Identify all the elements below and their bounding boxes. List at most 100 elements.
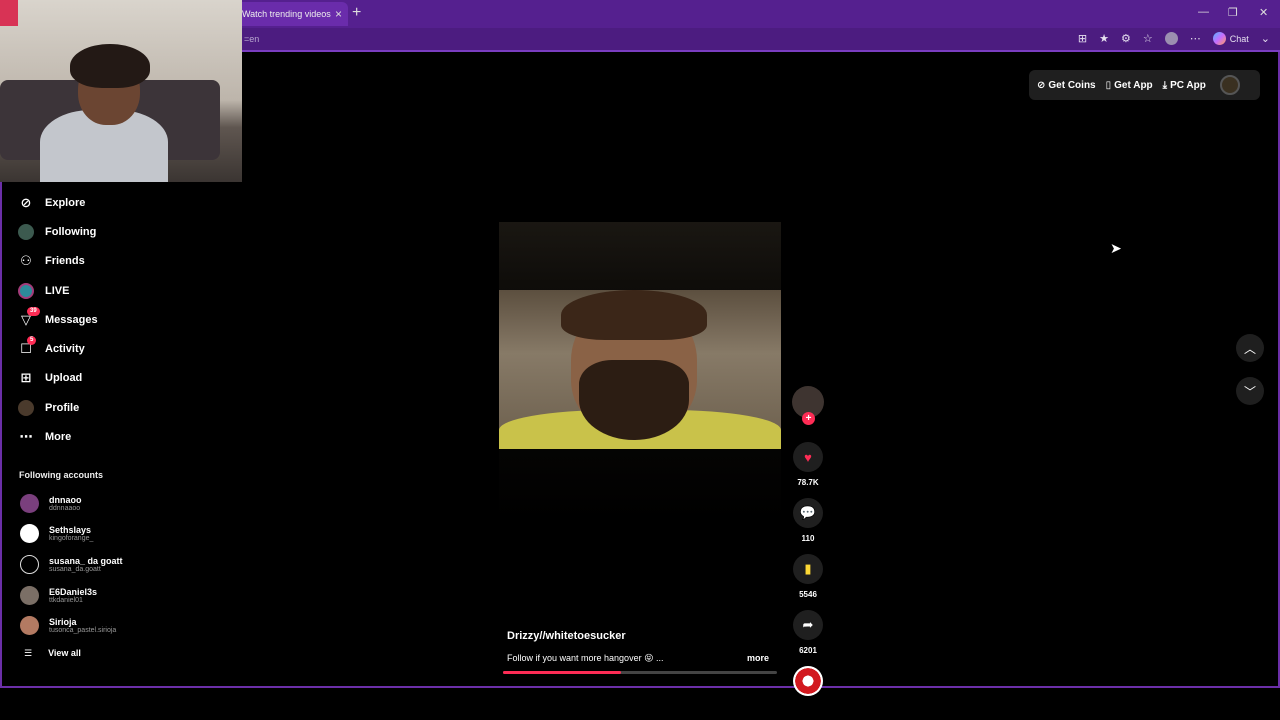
account-handle: ddnnaaoo [49, 504, 81, 512]
following-account[interactable]: Sethslays kingoforange_ [0, 518, 160, 549]
account-avatar [20, 554, 39, 574]
video-caption: Follow if you want more hangover 😝 ... [507, 653, 664, 663]
minimize-button[interactable]: — [1198, 6, 1209, 18]
sidebar-item-profile[interactable]: Profile [0, 393, 160, 422]
chevron-up-icon: ︿ [1243, 341, 1256, 356]
activity-badge: 5 [27, 336, 37, 346]
toolbar-icons: ⊞ ★ ⚙ ☆ ⋯ Chat ⌄ [1078, 32, 1270, 45]
save-button[interactable]: ▮ [793, 554, 823, 584]
account-handle: kingoforange_ [49, 535, 94, 543]
caption-more-button[interactable]: more [747, 653, 769, 663]
sidebar-item-label: Explore [45, 196, 86, 209]
video-author[interactable]: Drizzy//whitetoesucker [507, 630, 626, 642]
profile-avatar[interactable] [1164, 32, 1178, 45]
creator-avatar[interactable]: + [792, 386, 824, 425]
download-icon: ⤓ [1162, 79, 1168, 91]
header-actions: ⊘ Get Coins ▯ Get App ⤓ PC App [1029, 70, 1260, 100]
sidebar-item-live[interactable]: LIVE [0, 276, 160, 305]
following-account[interactable]: susana_ da goatt susana_da.goatt [0, 549, 160, 580]
sidebar-item-more[interactable]: ⋯ More [0, 422, 160, 451]
copilot-icon [1212, 32, 1226, 45]
account-name: Sethslays [49, 525, 92, 536]
bookmark-icon: ▮ [804, 561, 812, 576]
sidebar-item-label: Activity [45, 343, 85, 356]
browser-tab[interactable]: Watch trending videos for × [236, 2, 348, 26]
music-disc-icon[interactable] [793, 666, 823, 696]
video-hair [561, 290, 707, 340]
get-app-button[interactable]: ▯ Get App [1106, 80, 1153, 91]
favorites-icon[interactable]: ☆ [1143, 32, 1153, 45]
copilot-chat-button[interactable]: Chat [1212, 32, 1249, 45]
wall-poster [0, 0, 18, 26]
people-icon: ⚇ [20, 253, 32, 269]
video-progress-fill [503, 671, 621, 674]
user-avatar[interactable] [1219, 75, 1240, 95]
maximize-button[interactable]: ❐ [1228, 6, 1238, 19]
view-all-button[interactable]: ☰ View all [0, 641, 160, 665]
sidebar-item-label: Profile [45, 401, 80, 414]
sidebar-item-label: Friends [45, 255, 85, 268]
webcam-overlay [0, 0, 242, 182]
profile-avatar-icon [18, 399, 34, 416]
video-progress-bar[interactable] [503, 671, 777, 674]
video-frame[interactable] [499, 290, 781, 449]
sidebar-item-following[interactable]: Following [0, 217, 160, 246]
tab-title: Watch trending videos for [242, 9, 331, 19]
following-account[interactable]: Sirioja tusonca_pastel.sirioja [0, 610, 160, 641]
sidebar-item-explore[interactable]: ⊘ Explore [0, 188, 160, 217]
like-count: 78.7K [797, 478, 819, 487]
split-screen-icon[interactable]: ⊞ [1078, 32, 1087, 45]
follow-plus-icon[interactable]: + [802, 412, 815, 425]
account-avatar [20, 616, 39, 636]
extensions-icon[interactable]: ⚙ [1121, 32, 1131, 45]
phone-icon: ▯ [1105, 79, 1112, 91]
share-button[interactable]: ➦ [793, 610, 823, 640]
coin-icon: ⊘ [1037, 79, 1046, 91]
send-icon: ▽ 39 [18, 306, 40, 328]
previous-video-button[interactable]: ︿ [1236, 334, 1264, 362]
messages-badge: 39 [27, 306, 40, 316]
video-beard [579, 360, 689, 440]
ellipsis-icon: ⋯ [19, 429, 33, 445]
sidebar-item-friends[interactable]: ⚇ Friends [0, 247, 160, 276]
compass-icon: ⊘ [20, 194, 32, 210]
share-arrow-icon: ➦ [802, 617, 814, 632]
chevron-down-icon[interactable]: ⌄ [1261, 32, 1270, 45]
view-all-label: View all [48, 648, 81, 659]
account-name: E6Daniel3s [49, 586, 98, 597]
account-handle: tusonca_pastel.sirioja [49, 627, 117, 635]
sidebar-item-upload[interactable]: ⊞ Upload [0, 364, 160, 393]
account-avatar [20, 524, 39, 544]
account-handle: susana_da.goatt [49, 565, 101, 573]
more-icon[interactable]: ⋯ [1190, 32, 1201, 45]
sidebar-item-activity[interactable]: ☐ 5 Activity [0, 334, 160, 363]
bell-message-icon: ☐ 5 [18, 336, 37, 357]
sidebar-item-label: More [45, 431, 72, 444]
next-video-button[interactable]: ﹀ [1236, 377, 1264, 405]
favorite-star-icon[interactable]: ★ [1099, 32, 1109, 45]
following-account[interactable]: dnnaoo ddnnaaoo [0, 488, 160, 519]
mouse-cursor-icon: ➤ [1110, 240, 1122, 256]
sidebar-item-messages[interactable]: ▽ 39 Messages [0, 305, 160, 334]
new-tab-button[interactable]: + [352, 4, 361, 22]
get-coins-button[interactable]: ⊘ Get Coins [1037, 80, 1096, 91]
chat-label: Chat [1229, 33, 1249, 44]
comment-button[interactable]: 💬 [793, 498, 823, 528]
tab-close-icon[interactable]: × [335, 7, 342, 21]
sidebar-item-label: LIVE [45, 284, 70, 297]
get-coins-label: Get Coins [1048, 79, 1096, 91]
share-count: 6201 [799, 646, 817, 655]
sidebar-item-label: Messages [45, 313, 98, 326]
following-account[interactable]: E6Daniel3s ttkdaniel01 [0, 580, 160, 611]
close-window-button[interactable]: ✕ [1259, 6, 1268, 19]
account-name: susana_ da goatt [49, 555, 123, 566]
chevron-down-icon: ﹀ [1243, 384, 1256, 399]
live-icon [18, 282, 34, 299]
address-text[interactable]: =en [244, 34, 259, 44]
like-button[interactable]: ♥ [793, 442, 823, 472]
pc-app-button[interactable]: ⤓ PC App [1163, 80, 1206, 91]
following-accounts-title: Following accounts [19, 469, 104, 480]
account-handle: ttkdaniel01 [49, 596, 83, 604]
sidebar: ⊘ Explore Following ⚇ Friends LIVE ▽ 39 M… [0, 188, 160, 665]
plus-square-icon: ⊞ [20, 370, 32, 386]
